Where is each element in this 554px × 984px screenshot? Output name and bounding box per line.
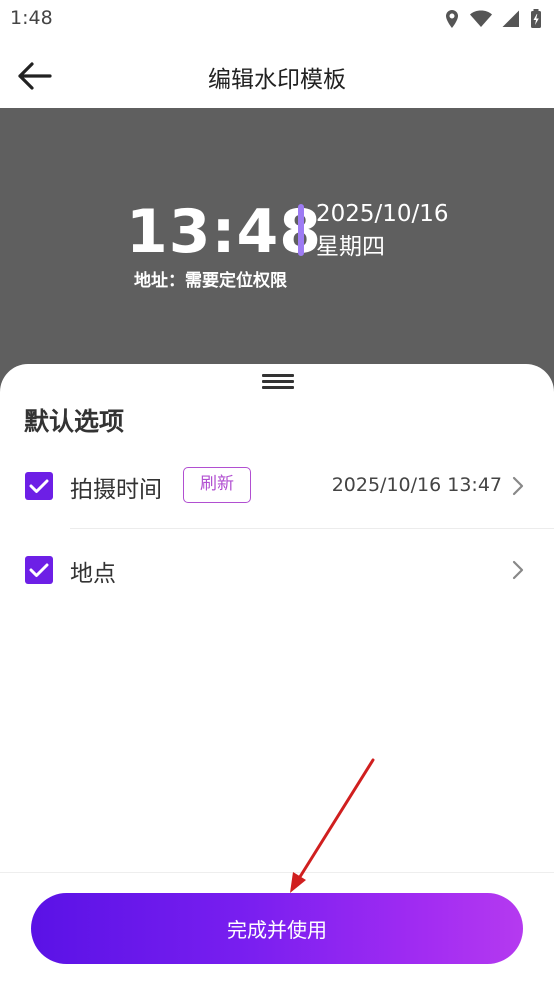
watermark-time: 13:48 (126, 197, 322, 267)
capture-time-label: 拍摄时间 (70, 477, 162, 503)
battery-charging-icon (530, 9, 542, 29)
watermark-preview: 13:48 2025/10/16 星期四 地址：需要定位权限 (0, 108, 554, 398)
chevron-right-icon[interactable] (512, 560, 524, 584)
watermark-date: 2025/10/16 (316, 201, 449, 227)
footer-divider (0, 872, 554, 873)
section-title: 默认选项 (24, 407, 125, 436)
watermark-address: 地址：需要定位权限 (134, 271, 287, 291)
option-row-capture-time[interactable]: 拍摄时间 刷新 2025/10/16 13:47 (0, 448, 554, 524)
page-title: 编辑水印模板 (208, 67, 346, 93)
finish-and-use-button[interactable]: 完成并使用 (31, 893, 523, 964)
location-checkbox[interactable] (25, 556, 53, 584)
capture-time-value: 2025/10/16 13:47 (331, 474, 502, 496)
drag-handle[interactable] (262, 374, 294, 390)
status-bar: 1:48 (0, 0, 554, 40)
capture-time-checkbox[interactable] (25, 472, 53, 500)
option-row-location[interactable]: 地点 (0, 532, 554, 608)
app-bar: 编辑水印模板 (0, 40, 554, 108)
status-icons (444, 9, 542, 29)
refresh-button[interactable]: 刷新 (183, 467, 251, 503)
checkmark-icon (29, 563, 49, 577)
options-sheet: 默认选项 拍摄时间 刷新 2025/10/16 13:47 地点 (0, 364, 554, 984)
chevron-right-icon[interactable] (512, 476, 524, 500)
location-label: 地点 (70, 561, 116, 587)
status-time: 1:48 (10, 7, 53, 29)
signal-icon (502, 10, 520, 28)
watermark-accent-bar (298, 204, 304, 256)
checkmark-icon (29, 479, 49, 493)
row-divider (70, 528, 554, 529)
wifi-icon (470, 10, 492, 28)
location-icon (444, 9, 460, 29)
watermark-weekday: 星期四 (316, 234, 385, 260)
